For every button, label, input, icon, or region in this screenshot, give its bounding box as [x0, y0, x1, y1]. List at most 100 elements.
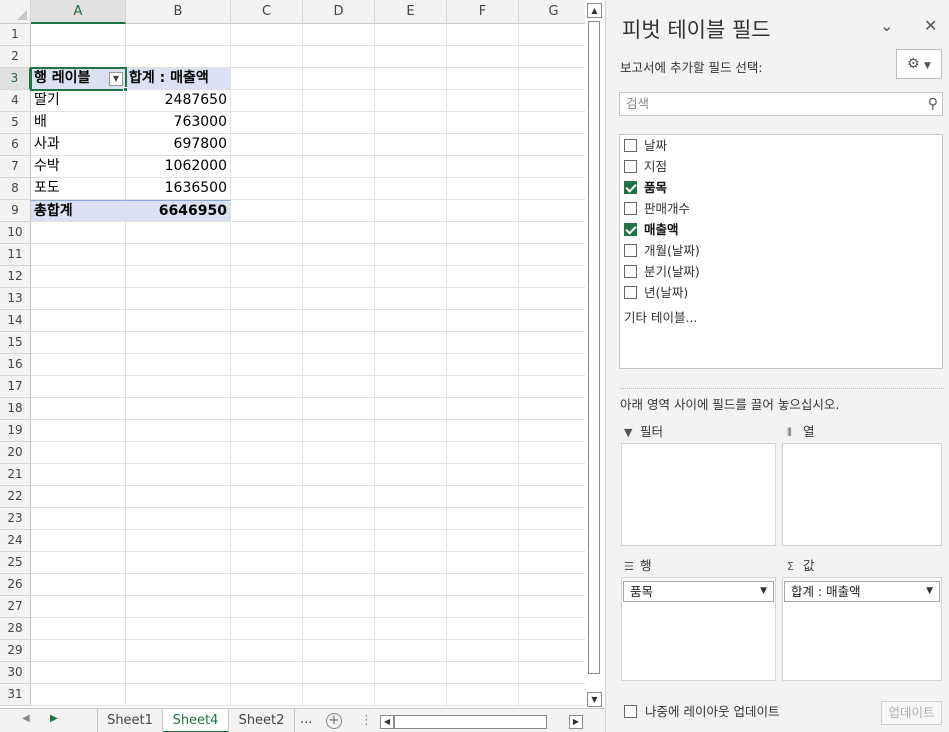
cell[interactable] [447, 376, 519, 398]
cell[interactable] [303, 266, 375, 288]
checkbox-icon[interactable] [624, 244, 637, 257]
cell[interactable] [375, 640, 447, 662]
checkbox-icon[interactable] [624, 202, 637, 215]
cell[interactable] [126, 530, 231, 552]
cell[interactable] [519, 442, 585, 464]
cell[interactable] [375, 68, 447, 90]
row-header[interactable]: 3 [0, 68, 31, 90]
row-header[interactable]: 30 [0, 662, 31, 684]
row-header[interactable]: 7 [0, 156, 31, 178]
row-header[interactable]: 9 [0, 200, 31, 222]
cell[interactable] [519, 530, 585, 552]
row-header[interactable]: 14 [0, 310, 31, 332]
cell[interactable] [303, 90, 375, 112]
cell[interactable] [375, 486, 447, 508]
tab-sheet2[interactable]: Sheet2 [229, 709, 295, 732]
cell[interactable] [447, 530, 519, 552]
cell[interactable] [303, 68, 375, 90]
cell[interactable] [303, 112, 375, 134]
cell[interactable] [231, 662, 303, 684]
cell[interactable] [519, 376, 585, 398]
cell[interactable] [303, 156, 375, 178]
cell[interactable] [231, 46, 303, 68]
hscroll-left-button[interactable]: ◀ [380, 715, 394, 729]
more-tabs-button[interactable]: ... [300, 712, 312, 727]
row-header[interactable]: 25 [0, 552, 31, 574]
cell[interactable] [519, 68, 585, 90]
cell[interactable] [375, 156, 447, 178]
cell[interactable] [375, 442, 447, 464]
cell[interactable] [447, 442, 519, 464]
cell[interactable] [31, 618, 126, 640]
cell[interactable] [447, 46, 519, 68]
cell[interactable] [519, 178, 585, 200]
row-header[interactable]: 1 [0, 24, 31, 46]
cell[interactable] [231, 90, 303, 112]
cell[interactable] [31, 354, 126, 376]
cell[interactable] [375, 178, 447, 200]
row-header[interactable]: 10 [0, 222, 31, 244]
filter-dropdown-icon[interactable]: ▼ [109, 72, 123, 86]
checkbox-checked-icon[interactable] [624, 181, 637, 194]
cell[interactable] [519, 618, 585, 640]
cell[interactable] [447, 596, 519, 618]
cell[interactable] [375, 662, 447, 684]
pivot-item-value[interactable]: 2487650 [126, 90, 231, 112]
column-header-g[interactable]: G [519, 0, 585, 24]
cell[interactable] [126, 24, 231, 46]
cell[interactable] [375, 46, 447, 68]
cell[interactable] [375, 618, 447, 640]
cell[interactable] [519, 332, 585, 354]
cell[interactable] [126, 244, 231, 266]
cell[interactable] [447, 486, 519, 508]
pivot-item-value[interactable]: 697800 [126, 134, 231, 156]
field-item[interactable]: 판매개수 [624, 198, 690, 219]
cell[interactable] [231, 310, 303, 332]
column-header-f[interactable]: F [447, 0, 519, 24]
pivot-total-label[interactable]: 총합계 [31, 200, 126, 222]
cell[interactable] [303, 310, 375, 332]
cell[interactable] [375, 596, 447, 618]
cell[interactable] [303, 574, 375, 596]
field-item[interactable]: 년(날짜) [624, 282, 688, 303]
cell[interactable] [31, 244, 126, 266]
cell[interactable] [126, 574, 231, 596]
chip-dropdown-icon[interactable]: ▼ [926, 582, 933, 601]
cell[interactable] [447, 354, 519, 376]
cell[interactable] [375, 112, 447, 134]
cell[interactable] [375, 24, 447, 46]
spreadsheet-grid[interactable]: ABCDEFG 1 2 3 4 5 6 7 8 9 10 11 12 13 14 15 16 17 18 19 20 2… [0, 0, 585, 708]
pivot-item-label[interactable]: 배 [31, 112, 126, 134]
row-header[interactable]: 26 [0, 574, 31, 596]
cell[interactable] [375, 552, 447, 574]
cell[interactable] [231, 332, 303, 354]
pivot-total-value[interactable]: 6646950 [126, 200, 231, 222]
cell[interactable] [519, 244, 585, 266]
vertical-scrollbar[interactable]: ▲ ▼ [586, 3, 602, 709]
cell[interactable] [519, 552, 585, 574]
cell[interactable] [231, 266, 303, 288]
cell[interactable] [519, 574, 585, 596]
cell[interactable] [303, 354, 375, 376]
pivot-item-label[interactable]: 딸기 [31, 90, 126, 112]
cell[interactable] [447, 464, 519, 486]
cell[interactable] [375, 508, 447, 530]
row-header[interactable]: 27 [0, 596, 31, 618]
cell[interactable] [519, 420, 585, 442]
cell[interactable] [231, 618, 303, 640]
row-header[interactable]: 16 [0, 354, 31, 376]
cell[interactable] [303, 596, 375, 618]
select-all-corner[interactable] [0, 0, 31, 24]
cell[interactable] [375, 376, 447, 398]
cell[interactable] [447, 552, 519, 574]
pivot-item-value[interactable]: 1636500 [126, 178, 231, 200]
cell[interactable] [447, 574, 519, 596]
chevron-down-icon[interactable]: ⌄ [880, 16, 893, 35]
cell[interactable] [519, 640, 585, 662]
cell[interactable] [126, 376, 231, 398]
cell[interactable] [126, 552, 231, 574]
cell[interactable] [303, 376, 375, 398]
cell[interactable] [31, 288, 126, 310]
row-header[interactable]: 19 [0, 420, 31, 442]
hscroll-right-button[interactable]: ▶ [569, 715, 583, 729]
